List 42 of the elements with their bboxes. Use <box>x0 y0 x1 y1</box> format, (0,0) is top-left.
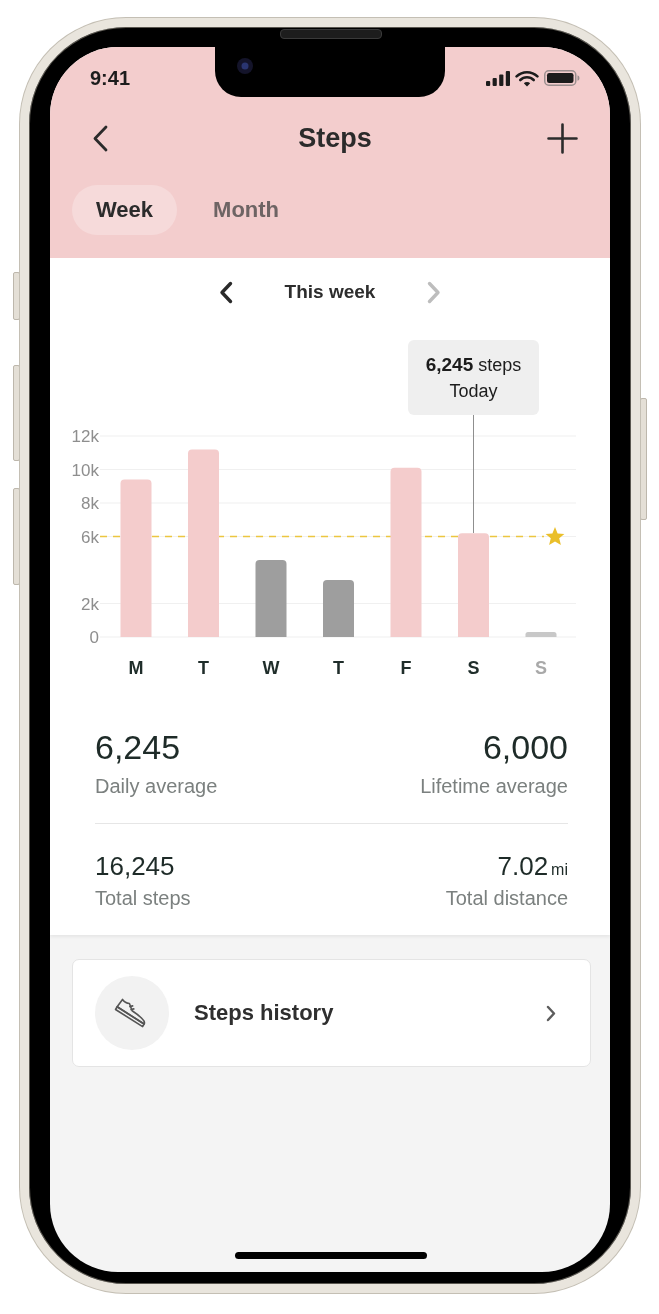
x-axis-label: M <box>128 658 144 678</box>
star-icon <box>545 527 565 546</box>
stat-unit: mi <box>551 861 568 879</box>
wifi-icon <box>515 69 539 87</box>
chevron-left-icon[interactable] <box>218 280 233 304</box>
x-axis-label: S <box>467 658 480 678</box>
x-axis-label: F <box>400 658 412 678</box>
period-label: This week <box>284 281 376 303</box>
stat-value: 7.02 <box>497 850 549 882</box>
camera-lens-icon <box>237 58 253 74</box>
x-axis-label: T <box>333 658 344 678</box>
y-axis-label: 12k <box>71 427 99 446</box>
chevron-right-icon <box>546 1004 556 1022</box>
signal-icon <box>486 70 510 86</box>
period-tab[interactable]: Month <box>189 185 304 235</box>
stat-value: 16,245 <box>95 850 175 882</box>
steps-history-button[interactable]: Steps history <box>72 959 591 1067</box>
y-axis-label: 8k <box>81 494 99 513</box>
stat-value: 6,000 <box>482 727 568 767</box>
stat-label: Total distance <box>445 886 568 910</box>
x-axis-label: W <box>262 658 280 678</box>
plus-icon[interactable] <box>547 122 578 154</box>
stat-label: Total steps <box>95 886 191 910</box>
tooltip-label: Today <box>449 380 498 402</box>
stat-label: Lifetime average <box>420 774 568 798</box>
y-axis-label: 6k <box>81 527 99 547</box>
y-axis-label: 0 <box>89 628 99 647</box>
stat-value: 6,245 <box>95 727 181 767</box>
back-chevron-icon[interactable] <box>92 124 108 152</box>
page-title: Steps <box>298 122 372 154</box>
x-axis-label: T <box>198 658 209 678</box>
chart-bar <box>323 580 354 637</box>
x-axis-label: S <box>535 658 547 678</box>
battery-icon <box>544 70 580 86</box>
chart-bar <box>525 632 557 637</box>
period-tab[interactable]: Week <box>72 185 178 235</box>
stat-label: Daily average <box>95 774 218 798</box>
shoe-icon <box>95 976 169 1050</box>
y-axis-label: 2k <box>81 594 99 614</box>
status-time: 9:41 <box>90 66 131 90</box>
tooltip-value: 6,245 steps <box>425 353 522 376</box>
y-axis-label: 10k <box>71 460 99 480</box>
